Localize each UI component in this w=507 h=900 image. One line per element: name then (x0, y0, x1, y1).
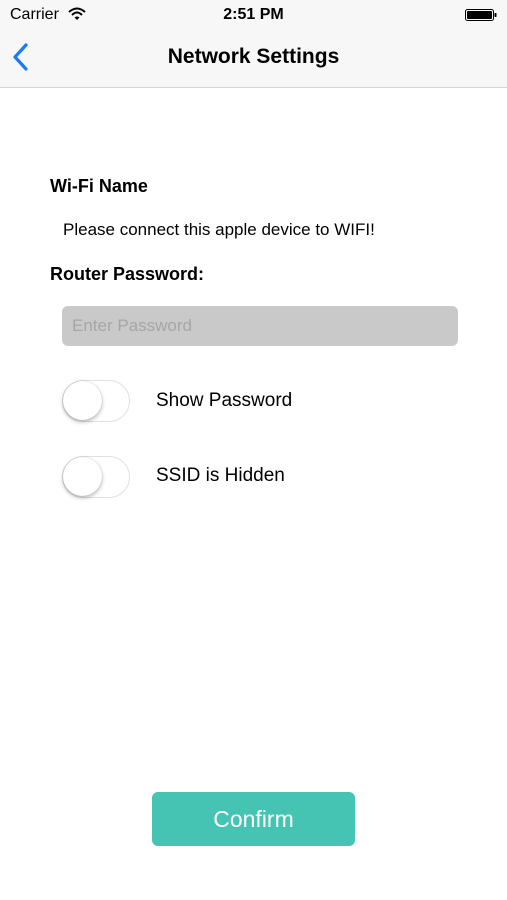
show-password-label: Show Password (156, 390, 293, 411)
status-time: 2:51 PM (223, 6, 284, 23)
status-bar: Carrier 2:51 PM (0, 0, 507, 30)
ssid-hidden-toggle[interactable] (62, 456, 130, 498)
wifi-name-label: Wi-Fi Name (50, 176, 148, 196)
router-password-input[interactable] (62, 306, 458, 346)
toggle-knob (63, 457, 102, 496)
battery-icon (465, 9, 497, 21)
show-password-toggle[interactable] (62, 380, 130, 422)
router-password-label: Router Password: (50, 264, 205, 284)
confirm-button[interactable]: Confirm (152, 792, 355, 846)
navigation-bar: Network Settings (0, 30, 507, 88)
toggle-knob (63, 381, 102, 420)
wifi-name-value: Please connect this apple device to WIFI… (63, 220, 375, 239)
ssid-hidden-label: SSID is Hidden (156, 465, 285, 486)
page-title: Network Settings (167, 45, 340, 68)
